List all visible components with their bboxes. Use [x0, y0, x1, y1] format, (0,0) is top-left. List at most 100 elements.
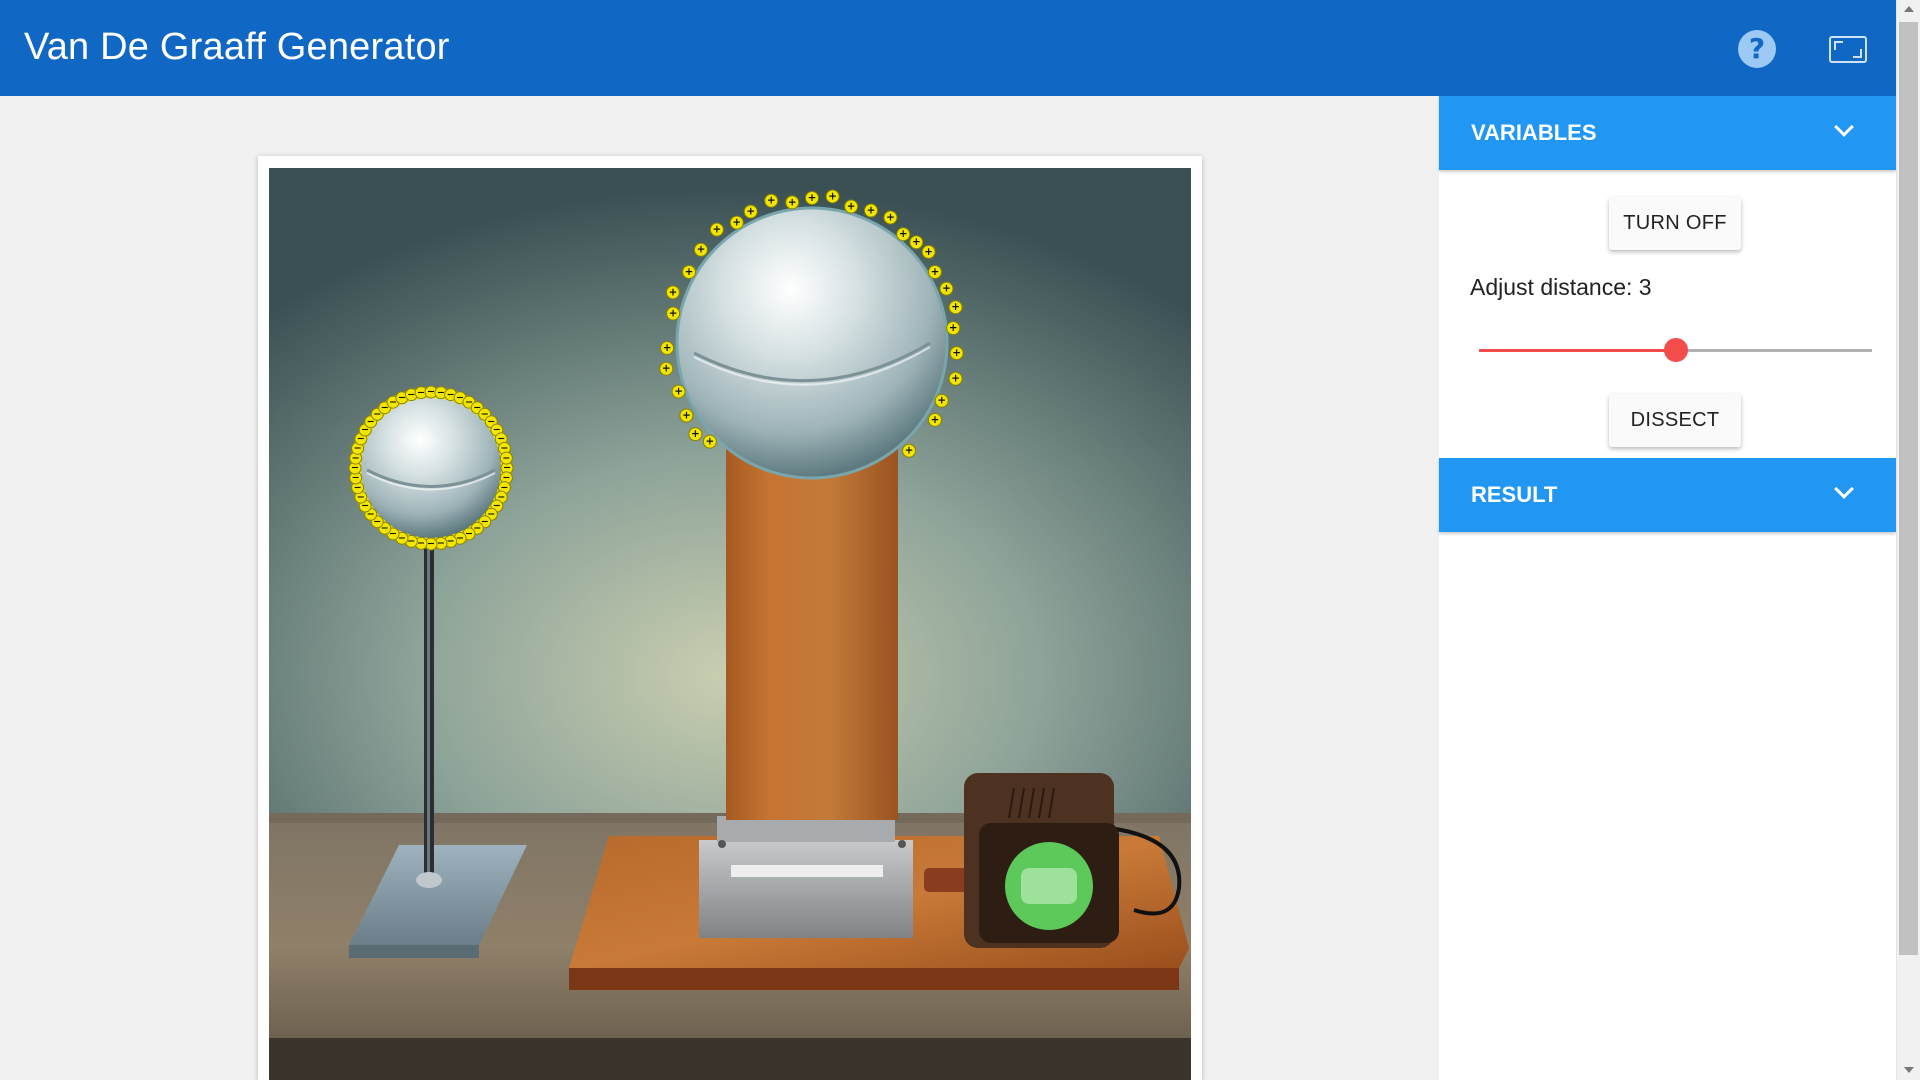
svg-text:+: +	[924, 246, 933, 258]
charge-particle: +	[682, 265, 697, 279]
result-header[interactable]: RESULT	[1439, 458, 1896, 532]
charge-particle: +	[688, 427, 703, 442]
charge-particle: +	[927, 412, 942, 427]
svg-text:+: +	[788, 196, 797, 208]
charge-particle: +	[896, 227, 911, 242]
svg-text:+: +	[767, 195, 776, 207]
svg-text:+: +	[663, 342, 672, 354]
charge-particle: +	[948, 371, 963, 386]
svg-text:+: +	[697, 244, 706, 256]
large-sphere[interactable]	[675, 206, 949, 480]
turn-off-button[interactable]: TURN OFF	[1609, 197, 1741, 250]
charge-particle: +	[693, 242, 708, 257]
table-edge	[269, 1038, 1191, 1080]
simulation-canvas[interactable]: − − − − − − − − − − − − − − − − − − − − − − − − − − − − − − − − − − − − − − − −…	[269, 168, 1191, 1080]
svg-text:+: +	[952, 347, 961, 359]
small-sphere[interactable]: −−−−−−−−−−−−−−−−−−−−−−−−−−−−−−−−− − − − − − − −…	[348, 385, 514, 551]
slider-fill	[1479, 349, 1676, 352]
fullscreen-icon[interactable]	[1829, 36, 1867, 63]
slider-thumb[interactable]	[1663, 338, 1688, 362]
dissect-button[interactable]: DISSECT	[1609, 394, 1741, 447]
chevron-down-icon[interactable]	[1834, 479, 1854, 499]
distance-slider-label: Adjust distance: 3	[1470, 274, 1652, 300]
scrollbar-thumb[interactable]	[1899, 22, 1918, 955]
charge-particle: +	[805, 191, 819, 205]
svg-text:−: −	[437, 538, 445, 549]
svg-text:+: +	[746, 206, 755, 218]
charge-particle: +	[785, 195, 800, 210]
charge-particle: +	[665, 285, 680, 300]
svg-text:−: −	[417, 538, 425, 549]
distance-slider[interactable]	[1479, 338, 1872, 362]
app-header: Van De Graaff Generator ?	[0, 0, 1896, 96]
svg-text:−: −	[417, 387, 425, 398]
charge-particle: +	[729, 215, 744, 230]
svg-text:+: +	[662, 363, 671, 375]
charge-particle: +	[934, 393, 949, 408]
controls-panel: VARIABLES TURN OFF Adjust distance: 3 DI…	[1439, 96, 1896, 1080]
variables-label: VARIABLES	[1471, 120, 1597, 145]
charge-particle: +	[743, 204, 758, 219]
svg-text:+: +	[867, 204, 876, 216]
charge-particle: +	[679, 408, 694, 423]
svg-text:+: +	[691, 428, 700, 440]
charge-particle: +	[702, 434, 717, 449]
simulation-scene: −−−−−−−−−−−−−−−−−−−−−−−−−−−−−−−−− − − − − − − −…	[269, 168, 1191, 1080]
charge-particle: +	[927, 265, 942, 279]
svg-text:+: +	[847, 200, 856, 212]
charge-particle: +	[844, 199, 859, 214]
charge-particle: −	[499, 451, 513, 465]
result-label: RESULT	[1471, 482, 1558, 507]
question-mark-icon[interactable]: ?	[1738, 30, 1776, 68]
svg-text:+: +	[912, 236, 921, 248]
svg-text:+: +	[931, 414, 940, 426]
svg-text:−: −	[447, 389, 455, 400]
charge-particle: +	[825, 189, 840, 204]
svg-text:−: −	[407, 389, 415, 400]
svg-text:−: −	[398, 392, 406, 403]
svg-text:+: +	[931, 266, 940, 278]
chevron-down-icon[interactable]	[1834, 117, 1854, 137]
svg-text:+: +	[899, 228, 908, 240]
charge-particle: +	[946, 321, 961, 336]
svg-text:+: +	[886, 211, 895, 223]
svg-text:−: −	[437, 387, 445, 398]
generator-column	[726, 448, 898, 820]
svg-text:−: −	[447, 536, 455, 547]
svg-text:+: +	[808, 192, 817, 204]
charge-particle: +	[660, 341, 675, 356]
svg-text:+: +	[828, 190, 837, 202]
page-scrollbar[interactable]	[1896, 0, 1920, 1080]
svg-text:+: +	[669, 286, 678, 298]
charge-particle: +	[921, 244, 936, 259]
charge-particle: +	[909, 235, 924, 250]
variables-header[interactable]: VARIABLES	[1439, 96, 1896, 170]
svg-text:−: −	[427, 387, 435, 398]
charge-particle: +	[666, 306, 681, 321]
svg-text:+: +	[669, 307, 678, 319]
scroll-up-arrow-icon[interactable]	[1904, 6, 1914, 12]
svg-text:+: +	[905, 445, 914, 457]
svg-text:+: +	[732, 217, 741, 229]
charge-particle: +	[902, 443, 917, 458]
svg-text:+: +	[713, 224, 722, 236]
svg-text:−: −	[456, 533, 464, 544]
svg-text:+: +	[949, 322, 958, 334]
app-title: Van De Graaff Generator	[24, 26, 450, 68]
charge-particle: +	[659, 361, 674, 376]
svg-text:−: −	[407, 536, 415, 547]
svg-text:−: −	[427, 539, 435, 550]
charge-particle: +	[671, 384, 686, 399]
svg-text:+: +	[682, 409, 691, 421]
svg-text:+: +	[705, 436, 714, 448]
charge-particle: +	[709, 222, 724, 237]
svg-text:+: +	[942, 283, 951, 295]
svg-text:+: +	[937, 395, 946, 407]
svg-text:+: +	[685, 266, 694, 278]
charge-particle: +	[863, 203, 878, 218]
svg-text:+: +	[951, 373, 960, 385]
charge-particle: +	[883, 210, 898, 225]
simulation-frame: − − − − − − − − − − − − − − − − − − − − − − − − − − − − − − − − − − − − − − − −…	[258, 156, 1202, 1080]
charge-particle: +	[948, 300, 963, 315]
scroll-down-arrow-icon[interactable]	[1904, 1067, 1914, 1073]
